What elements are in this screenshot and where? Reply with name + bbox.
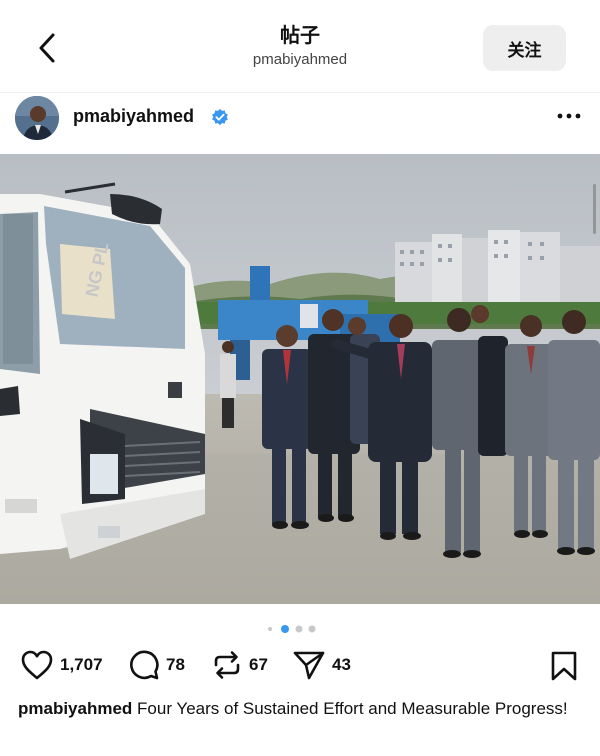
carousel-dot (295, 625, 303, 633)
post-caption: pmabiyahmed Four Years of Sustained Effo… (18, 697, 588, 720)
carousel-indicator (255, 621, 325, 633)
share-count: 43 (332, 655, 351, 674)
top-bar: 帖子 pmabiyahmed 关注 (0, 0, 600, 92)
more-options-button[interactable] (555, 108, 583, 124)
verified-badge-icon (212, 108, 228, 126)
save-button[interactable] (550, 651, 578, 686)
carousel-dot-active (281, 625, 289, 633)
header-divider (0, 92, 600, 93)
comment-button[interactable]: 78 (128, 645, 185, 685)
post-author-row: pmabiyahmed (0, 94, 600, 140)
carousel-dot (308, 625, 316, 633)
comment-icon (130, 650, 159, 680)
avatar[interactable] (15, 96, 59, 140)
caption-text: Four Years of Sustained Effort and Measu… (137, 699, 568, 718)
author-username[interactable]: pmabiyahmed (73, 106, 194, 127)
repost-icon (214, 651, 240, 679)
action-bar: 1,707 78 67 43 (0, 645, 600, 685)
comment-count: 78 (166, 655, 185, 674)
repost-button[interactable]: 67 (211, 645, 268, 685)
more-dots-icon (557, 113, 581, 119)
bookmark-icon (551, 651, 577, 681)
post-photo[interactable]: NG PL (0, 154, 600, 604)
repost-count: 67 (249, 655, 268, 674)
follow-button[interactable]: 关注 (483, 25, 566, 71)
heart-icon (21, 650, 53, 680)
share-button[interactable]: 43 (292, 645, 351, 685)
caption-username[interactable]: pmabiyahmed (18, 699, 132, 718)
like-count: 1,707 (60, 655, 103, 674)
send-icon (293, 651, 325, 680)
carousel-dot (268, 627, 272, 631)
like-button[interactable]: 1,707 (20, 645, 103, 685)
